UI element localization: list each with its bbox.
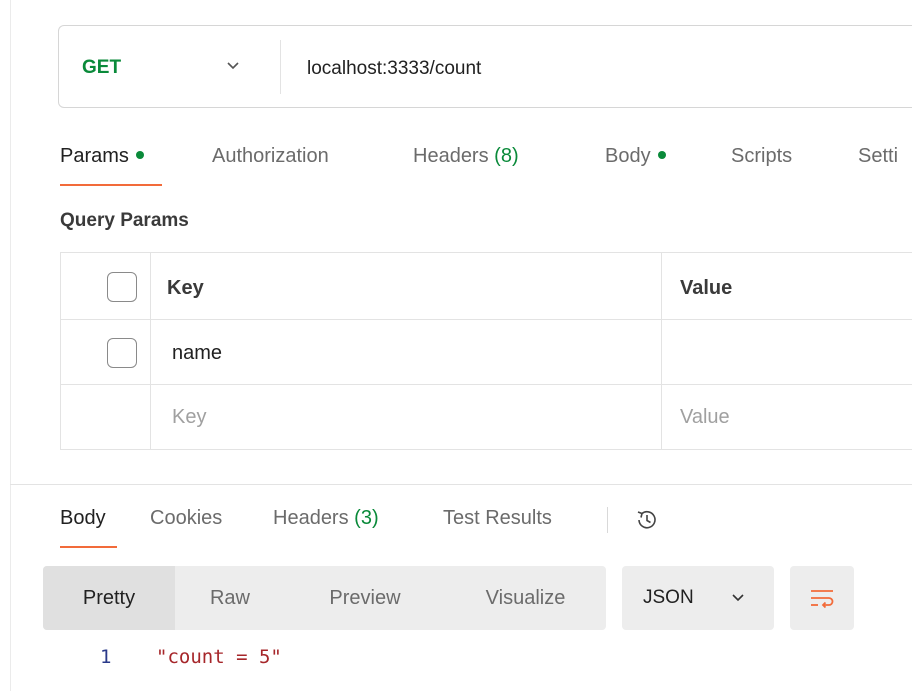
line-number: 1 [100,646,112,668]
chevron-down-icon [732,594,744,602]
column-header-value: Value [680,277,733,299]
row-divider [61,384,912,385]
response-tab-body-underline [60,546,117,548]
tab-params-underline [60,184,162,186]
url-separator [280,40,281,94]
param-key-cell[interactable]: name [172,342,222,365]
tab-headers-count: (8) [494,145,519,167]
query-params-title: Query Params [60,210,189,231]
column-divider [661,253,662,449]
response-tab-headers-count: (3) [354,507,379,529]
column-divider [150,253,151,449]
query-params-table: Key Value name Key Value [60,252,912,450]
tab-headers-label: Headers [413,145,489,167]
tab-params[interactable]: Params [60,145,144,168]
response-tab-test-results[interactable]: Test Results [443,507,552,530]
url-input[interactable]: localhost:3333/count [307,58,481,80]
preview-button[interactable]: Preview [285,566,445,630]
params-indicator-dot [135,150,144,159]
wrap-lines-icon [811,590,834,609]
response-tab-headers-label: Headers [273,507,349,529]
raw-button[interactable]: Raw [175,566,285,630]
response-divider [10,484,912,485]
visualize-button[interactable]: Visualize [445,566,606,630]
tab-headers[interactable]: Headers (8) [413,145,519,168]
tab-authorization[interactable]: Authorization [212,145,329,168]
tab-body[interactable]: Body [605,145,666,168]
url-bar: GET localhost:3333/count [58,25,912,108]
row-divider [61,319,912,320]
new-key-input[interactable]: Key [172,406,206,429]
history-icon[interactable] [633,506,661,534]
left-sidebar-edge [0,0,11,691]
method-selector[interactable]: GET [82,57,121,79]
body-indicator-dot [657,150,666,159]
response-tab-body[interactable]: Body [60,507,106,530]
row-checkbox[interactable] [107,338,137,368]
chevron-down-icon[interactable] [225,59,241,73]
column-header-key: Key [167,277,204,299]
tab-settings[interactable]: Setti [858,145,898,168]
response-type-select[interactable]: JSON [622,566,774,630]
new-value-input[interactable]: Value [680,406,730,429]
tab-separator [607,507,608,533]
pretty-button[interactable]: Pretty [43,566,175,630]
select-all-checkbox[interactable] [107,272,137,302]
format-toggle-group: Pretty Raw Preview Visualize [43,566,606,630]
wrap-lines-button[interactable] [790,566,854,630]
response-tab-headers[interactable]: Headers (3) [273,507,379,530]
tab-scripts[interactable]: Scripts [731,145,792,168]
response-tab-cookies[interactable]: Cookies [150,507,222,530]
response-code-line: "count = 5" [156,646,282,668]
tab-body-label: Body [605,145,651,167]
response-type-label: JSON [643,587,694,608]
tab-params-label: Params [60,145,129,167]
